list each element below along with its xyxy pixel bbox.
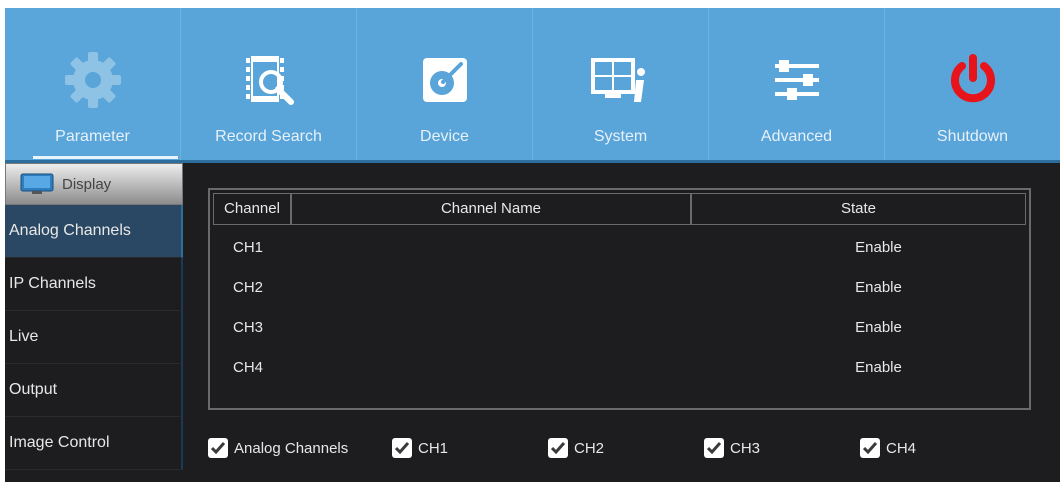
table-row[interactable]: CH4 Enable: [213, 347, 1026, 387]
power-icon: [941, 48, 1005, 112]
checkbox-label: CH3: [730, 439, 761, 457]
checkmark-icon[interactable]: [704, 438, 724, 458]
sidebar-item-label: Image Control: [9, 434, 110, 451]
nav-device[interactable]: Device: [357, 8, 533, 160]
nav-label: Device: [420, 128, 469, 145]
nav-label: System: [593, 128, 648, 145]
state-cell[interactable]: Enable: [691, 359, 1026, 376]
column-header-channel-name: Channel Name: [292, 194, 692, 224]
channel-cell: CH2: [233, 278, 264, 296]
checkbox-analog-channels[interactable]: Analog Channels: [208, 438, 348, 458]
checkbox-ch3[interactable]: CH3: [704, 438, 760, 458]
sidebar-item-output[interactable]: Output: [5, 364, 183, 417]
system-info-icon: [589, 48, 653, 112]
device-icon: [413, 48, 477, 112]
table-row[interactable]: CH3 Enable: [213, 307, 1026, 347]
sidebar-item-image-control[interactable]: Image Control: [5, 417, 183, 470]
checkmark-icon[interactable]: [860, 438, 880, 458]
sidebar-header-display[interactable]: Display: [5, 163, 183, 205]
checkbox-label: CH2: [574, 439, 605, 457]
nav-advanced[interactable]: Advanced: [709, 8, 885, 160]
sidebar-item-live[interactable]: Live: [5, 311, 183, 364]
checkbox-ch4[interactable]: CH4: [860, 438, 916, 458]
checkbox-label: CH4: [886, 439, 917, 457]
nav-record-search[interactable]: Record Search: [181, 8, 357, 160]
checkbox-label: CH1: [418, 439, 449, 457]
checkmark-icon[interactable]: [548, 438, 568, 458]
checkbox-ch1[interactable]: CH1: [392, 438, 448, 458]
nav-label: Record Search: [215, 128, 322, 145]
sidebar-item-ip-channels[interactable]: IP Channels: [5, 258, 183, 311]
state-cell[interactable]: Enable: [691, 279, 1026, 296]
state-cell[interactable]: Enable: [691, 239, 1026, 256]
channel-cell: CH1: [233, 238, 264, 256]
checkmark-icon[interactable]: [208, 438, 228, 458]
column-header-channel: Channel: [214, 194, 292, 224]
channel-table: Channel Channel Name State CH1 Enable CH…: [208, 188, 1031, 410]
monitor-icon: [20, 173, 54, 195]
column-header-state: State: [840, 200, 877, 217]
nav-label: Shutdown: [936, 128, 1009, 145]
checkmark-icon[interactable]: [392, 438, 412, 458]
channel-cell: CH3: [233, 318, 264, 336]
top-navigation: Parameter Record Search Device System Ad…: [5, 8, 1060, 160]
sliders-icon: [765, 48, 829, 112]
nav-system[interactable]: System: [533, 8, 709, 160]
sidebar-item-label: Analog Channels: [9, 222, 131, 239]
nav-shutdown[interactable]: Shutdown: [885, 8, 1060, 160]
dvr-settings-window: Parameter Record Search Device System Ad…: [5, 8, 1060, 482]
table-row[interactable]: CH2 Enable: [213, 267, 1026, 307]
nav-label: Advanced: [760, 128, 833, 145]
table-row[interactable]: CH1 Enable: [213, 227, 1026, 267]
state-cell[interactable]: Enable: [691, 319, 1026, 336]
checkbox-ch2[interactable]: CH2: [548, 438, 604, 458]
sidebar-item-label: IP Channels: [9, 275, 96, 292]
sidebar-item-label: Live: [9, 328, 39, 345]
nav-label: Parameter: [55, 128, 130, 145]
table-header: Channel Channel Name State: [213, 193, 1026, 225]
gear-icon: [61, 48, 125, 112]
sidebar-item-label: Output: [9, 381, 58, 398]
nav-parameter[interactable]: Parameter: [5, 8, 181, 160]
sidebar-header-label: Display: [62, 175, 112, 193]
checkbox-label: Analog Channels: [234, 439, 349, 457]
record-search-icon: [237, 48, 301, 112]
sidebar-item-analog-channels[interactable]: Analog Channels: [5, 205, 183, 258]
channel-cell: CH4: [233, 358, 264, 376]
sidebar: Display Analog Channels IP Channels Live…: [5, 163, 183, 482]
main-panel: Channel Channel Name State CH1 Enable CH…: [183, 163, 1060, 482]
